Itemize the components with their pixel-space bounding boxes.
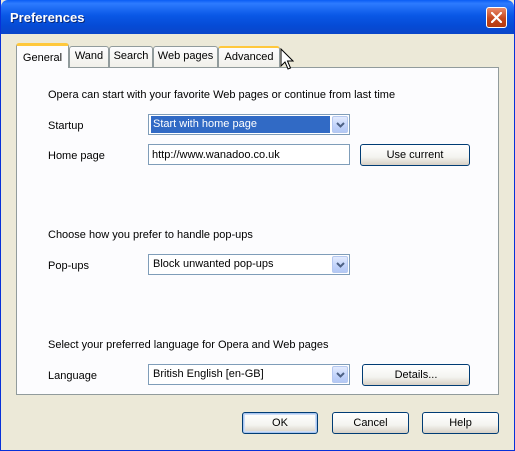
- preferences-dialog: Preferences General Wand Search Web page…: [0, 0, 515, 451]
- popups-label: Pop-ups: [48, 260, 89, 272]
- close-button[interactable]: [486, 7, 507, 28]
- startup-dropdown-value: Start with home page: [151, 116, 330, 133]
- language-dropdown-button[interactable]: [332, 366, 348, 383]
- details-button[interactable]: Details...: [362, 364, 470, 386]
- startup-dropdown-button[interactable]: [332, 116, 348, 133]
- chevron-down-icon: [336, 262, 345, 268]
- tab-search[interactable]: Search: [109, 46, 153, 67]
- tab-advanced[interactable]: Advanced: [218, 46, 280, 67]
- language-label: Language: [48, 370, 97, 382]
- chevron-down-icon: [336, 372, 345, 378]
- tab-wand[interactable]: Wand: [69, 46, 109, 67]
- ok-button[interactable]: OK: [242, 412, 318, 434]
- language-dropdown[interactable]: British English [en-GB]: [148, 364, 350, 385]
- use-current-button[interactable]: Use current: [360, 144, 470, 166]
- language-dropdown-value: British English [en-GB]: [153, 368, 264, 380]
- tab-general[interactable]: General: [16, 43, 69, 68]
- startup-dropdown[interactable]: Start with home page: [148, 114, 350, 135]
- help-button[interactable]: Help: [422, 412, 499, 434]
- language-intro-text: Select your preferred language for Opera…: [48, 339, 329, 351]
- cancel-button[interactable]: Cancel: [332, 412, 409, 434]
- popup-intro-text: Choose how you prefer to handle pop-ups: [48, 229, 253, 241]
- general-panel: Opera can start with your favorite Web p…: [16, 67, 499, 395]
- popups-dropdown-button[interactable]: [332, 256, 348, 273]
- startup-intro-text: Opera can start with your favorite Web p…: [48, 89, 396, 101]
- chevron-down-icon: [336, 122, 345, 128]
- homepage-label: Home page: [48, 150, 105, 162]
- tab-web-pages[interactable]: Web pages: [153, 46, 218, 67]
- popups-dropdown[interactable]: Block unwanted pop-ups: [148, 254, 350, 275]
- close-icon: [491, 12, 502, 23]
- homepage-input[interactable]: [149, 145, 349, 164]
- title-bar[interactable]: Preferences: [1, 0, 514, 34]
- window-title: Preferences: [10, 10, 85, 25]
- mouse-cursor-icon: [280, 48, 294, 70]
- popups-dropdown-value: Block unwanted pop-ups: [153, 258, 274, 270]
- startup-label: Startup: [48, 120, 84, 132]
- homepage-field[interactable]: [148, 144, 350, 165]
